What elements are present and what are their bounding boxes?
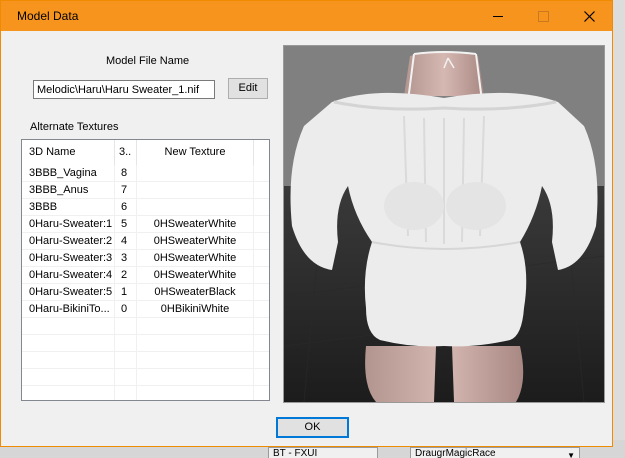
model-file-value: Melodic\Haru\Haru Sweater_1.nif (37, 84, 200, 96)
list-item[interactable]: 0Haru-Sweater:2 4 0HSweaterWhite (22, 233, 269, 250)
texture-new-name (137, 318, 254, 335)
texture-index: 0 (115, 301, 137, 318)
texture-3d-name: 0Haru-Sweater:3 (22, 250, 115, 267)
model-data-dialog: Model Data Model File Name Melodic\Haru\… (0, 0, 613, 447)
texture-new-name (137, 165, 254, 182)
title-bar: Model Data (1, 1, 612, 31)
texture-3d-name: 0Haru-Sweater:2 (22, 233, 115, 250)
parent-race-text: DraugrMagicRace (415, 448, 496, 458)
texture-index: 2 (115, 267, 137, 284)
parent-field-left[interactable]: BT - FXUI (268, 447, 378, 458)
list-rows: 3BBB_Vagina 8 3BBB_Anus 7 3BBB 6 0Haru-Sweater… (22, 165, 269, 400)
alternate-textures-list[interactable]: 3D Name 3.. New Texture 3BBB_Vagina 8 3BBB… (21, 139, 270, 401)
maximize-button[interactable] (521, 1, 566, 31)
close-icon (584, 10, 595, 22)
texture-index (115, 352, 137, 369)
column-header-3d-name[interactable]: 3D Name (22, 140, 115, 165)
texture-3d-name: 0Haru-Sweater:4 (22, 267, 115, 284)
maximize-icon (538, 10, 549, 22)
texture-3d-name: 3BBB_Anus (22, 182, 115, 199)
ok-button[interactable]: OK (276, 417, 349, 438)
texture-index (115, 369, 137, 386)
list-item[interactable] (22, 352, 269, 369)
texture-index: 8 (115, 165, 137, 182)
model-neck (404, 51, 484, 96)
texture-new-name (137, 369, 254, 386)
texture-3d-name (22, 335, 115, 352)
list-item[interactable]: 3BBB 6 (22, 199, 269, 216)
texture-new-name: 0HSweaterWhite (137, 267, 254, 284)
edit-button[interactable]: Edit (228, 78, 268, 99)
texture-index: 1 (115, 284, 137, 301)
texture-index: 6 (115, 199, 137, 216)
model-render (284, 46, 604, 402)
texture-3d-name (22, 352, 115, 369)
texture-new-name (137, 386, 254, 400)
texture-new-name (137, 182, 254, 199)
texture-new-name (137, 199, 254, 216)
texture-index: 4 (115, 233, 137, 250)
list-item[interactable] (22, 386, 269, 400)
parent-race-dropdown[interactable]: DraugrMagicRace ▼ (410, 447, 580, 458)
list-item[interactable]: 0Haru-BikiniTo... 0 0HBikiniWhite (22, 301, 269, 318)
list-item[interactable]: 3BBB_Anus 7 (22, 182, 269, 199)
list-item[interactable]: 0Haru-Sweater:1 5 0HSweaterWhite (22, 216, 269, 233)
texture-index: 7 (115, 182, 137, 199)
texture-3d-name: 0Haru-Sweater:1 (22, 216, 115, 233)
list-item[interactable]: 0Haru-Sweater:5 1 0HSweaterBlack (22, 284, 269, 301)
texture-index (115, 335, 137, 352)
column-header-index[interactable]: 3.. (115, 140, 137, 165)
texture-new-name: 0HSweaterWhite (137, 216, 254, 233)
texture-new-name: 0HSweaterBlack (137, 284, 254, 301)
texture-3d-name: 0Haru-BikiniTo... (22, 301, 115, 318)
texture-3d-name: 3BBB_Vagina (22, 165, 115, 182)
list-item[interactable] (22, 369, 269, 386)
texture-new-name (137, 335, 254, 352)
window-title: Model Data (17, 9, 79, 23)
texture-3d-name: 3BBB (22, 199, 115, 216)
model-file-label: Model File Name (106, 55, 190, 67)
texture-3d-name (22, 386, 115, 400)
list-header: 3D Name 3.. New Texture (22, 140, 269, 165)
texture-3d-name: 0Haru-Sweater:5 (22, 284, 115, 301)
alternate-textures-label: Alternate Textures (30, 121, 119, 133)
texture-3d-name (22, 369, 115, 386)
list-item[interactable] (22, 318, 269, 335)
chevron-down-icon: ▼ (567, 451, 575, 458)
column-header-new-texture[interactable]: New Texture (137, 140, 254, 165)
close-button[interactable] (567, 1, 612, 31)
minimize-button[interactable] (475, 1, 520, 31)
texture-index: 3 (115, 250, 137, 267)
texture-new-name (137, 352, 254, 369)
list-item[interactable]: 3BBB_Vagina 8 (22, 165, 269, 182)
texture-3d-name (22, 318, 115, 335)
texture-index (115, 318, 137, 335)
texture-new-name: 0HBikiniWhite (137, 301, 254, 318)
texture-new-name: 0HSweaterWhite (137, 233, 254, 250)
minimize-icon (492, 15, 503, 17)
parent-field-left-text: BT - FXUI (273, 448, 318, 458)
texture-new-name: 0HSweaterWhite (137, 250, 254, 267)
model-preview[interactable] (283, 45, 605, 403)
texture-index: 5 (115, 216, 137, 233)
model-file-field[interactable]: Melodic\Haru\Haru Sweater_1.nif (33, 80, 215, 99)
list-item[interactable]: 0Haru-Sweater:4 2 0HSweaterWhite (22, 267, 269, 284)
list-item[interactable] (22, 335, 269, 352)
list-item[interactable]: 0Haru-Sweater:3 3 0HSweaterWhite (22, 250, 269, 267)
texture-index (115, 386, 137, 400)
